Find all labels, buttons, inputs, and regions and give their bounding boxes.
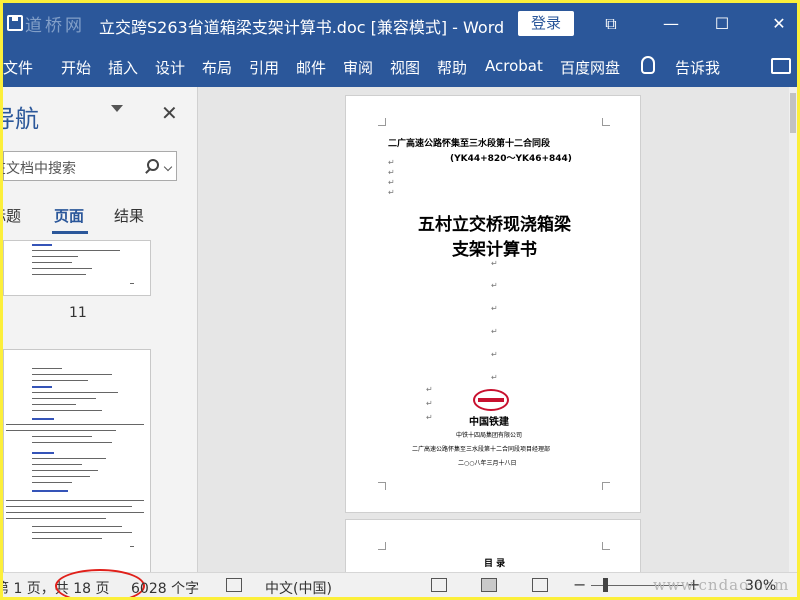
close-icon[interactable]: ✕: [161, 101, 178, 125]
scrollbar-thumb[interactable]: [790, 93, 796, 133]
proofing-icon[interactable]: [226, 578, 242, 592]
tab-headings[interactable]: 标题: [3, 205, 21, 226]
read-mode-icon[interactable]: [431, 578, 447, 592]
navigation-pane: 导航 ✕ 在文档中搜索 标题 页面 结果 11: [3, 87, 198, 572]
zoom-level[interactable]: 30%: [745, 578, 776, 594]
chevron-down-icon[interactable]: [111, 105, 123, 112]
ribbon-display-options-icon[interactable]: ⧉: [597, 11, 625, 37]
document-title-line1: 五村立交桥现浇箱梁: [418, 215, 571, 235]
tab-mailings[interactable]: 邮件: [296, 57, 326, 78]
minimize-button[interactable]: —: [657, 11, 685, 37]
tab-baidu-netdisk[interactable]: 百度网盘: [560, 57, 620, 78]
vertical-scrollbar[interactable]: [789, 87, 797, 572]
tab-home[interactable]: 开始: [61, 57, 91, 78]
company-line2: 二广高速公路怀集至三水段第十二合同段项目经理部: [412, 446, 551, 453]
tab-help[interactable]: 帮助: [437, 57, 467, 78]
tab-pages[interactable]: 页面: [54, 205, 84, 226]
nav-pane-title: 导航: [3, 105, 39, 133]
tab-view[interactable]: 视图: [390, 57, 420, 78]
tab-results[interactable]: 结果: [114, 205, 144, 226]
company-line1: 中铁十四局集团有限公司: [456, 432, 523, 439]
comments-icon[interactable]: [771, 58, 791, 74]
toc-title: 目 录: [484, 559, 506, 569]
status-bar: 第 1 页，共 18 页 6028 个字 中文(中国) − + www.cnda…: [3, 569, 797, 597]
web-layout-icon[interactable]: [532, 578, 548, 592]
word-count-status[interactable]: 6028 个字: [131, 578, 199, 597]
close-button[interactable]: ✕: [765, 11, 793, 37]
tab-design[interactable]: 设计: [155, 57, 185, 78]
document-canvas[interactable]: 二广高速公路怀集至三水段第十二合同段 (YK44+820～YK46+844) ↵…: [199, 87, 789, 572]
thumbnail-page-number: 11: [69, 305, 87, 321]
page-thumbnail-12[interactable]: [3, 349, 151, 572]
language-status[interactable]: 中文(中国): [265, 578, 332, 597]
document-title-line2: 支架计算书: [452, 240, 537, 260]
tab-references[interactable]: 引用: [249, 57, 279, 78]
tab-file[interactable]: 文件: [3, 57, 33, 78]
tab-review[interactable]: 审阅: [343, 57, 373, 78]
crcc-logo: [473, 389, 509, 411]
search-icon[interactable]: [147, 159, 159, 171]
document-page-1[interactable]: 二广高速公路怀集至三水段第十二合同段 (YK44+820～YK46+844) ↵…: [345, 95, 641, 513]
tab-layout[interactable]: 布局: [202, 57, 232, 78]
save-icon[interactable]: [7, 15, 23, 31]
zoom-out-button[interactable]: −: [573, 575, 586, 594]
document-page-2[interactable]: 目 录: [345, 519, 641, 572]
tell-me-search[interactable]: 告诉我: [675, 57, 720, 78]
ribbon-tabs: 文件 开始 插入 设计 布局 引用 邮件 审阅 视图 帮助 Acrobat 百度…: [3, 45, 797, 87]
chevron-down-icon[interactable]: [163, 162, 173, 172]
maximize-button[interactable]: ☐: [708, 11, 736, 37]
company-name: 中国铁建: [469, 417, 509, 428]
tab-acrobat[interactable]: Acrobat: [485, 57, 543, 75]
print-layout-icon[interactable]: [481, 578, 497, 592]
active-tab-indicator: [52, 231, 88, 234]
page-thumbnail-11[interactable]: [3, 240, 151, 296]
word-window: 道桥网 立交跨S263省道箱梁支架计算书.doc [兼容模式] - Word 登…: [3, 3, 797, 597]
search-input[interactable]: 在文档中搜索: [3, 151, 177, 181]
title-bar: 道桥网 立交跨S263省道箱梁支架计算书.doc [兼容模式] - Word 登…: [3, 3, 797, 45]
header-project-name: 二广高速公路怀集至三水段第十二合同段: [388, 139, 551, 149]
login-button[interactable]: 登录: [518, 11, 574, 36]
zoom-slider-thumb[interactable]: [603, 578, 608, 592]
lightbulb-icon[interactable]: [641, 56, 655, 74]
site-watermark: 道桥网: [25, 16, 85, 36]
tab-insert[interactable]: 插入: [108, 57, 138, 78]
header-chainage: (YK44+820～YK46+844): [450, 154, 572, 164]
document-title: 立交跨S263省道箱梁支架计算书.doc [兼容模式] - Word: [99, 18, 505, 37]
search-placeholder: 在文档中搜索: [3, 161, 76, 177]
document-date: 二○○八年三月十八日: [458, 460, 517, 467]
